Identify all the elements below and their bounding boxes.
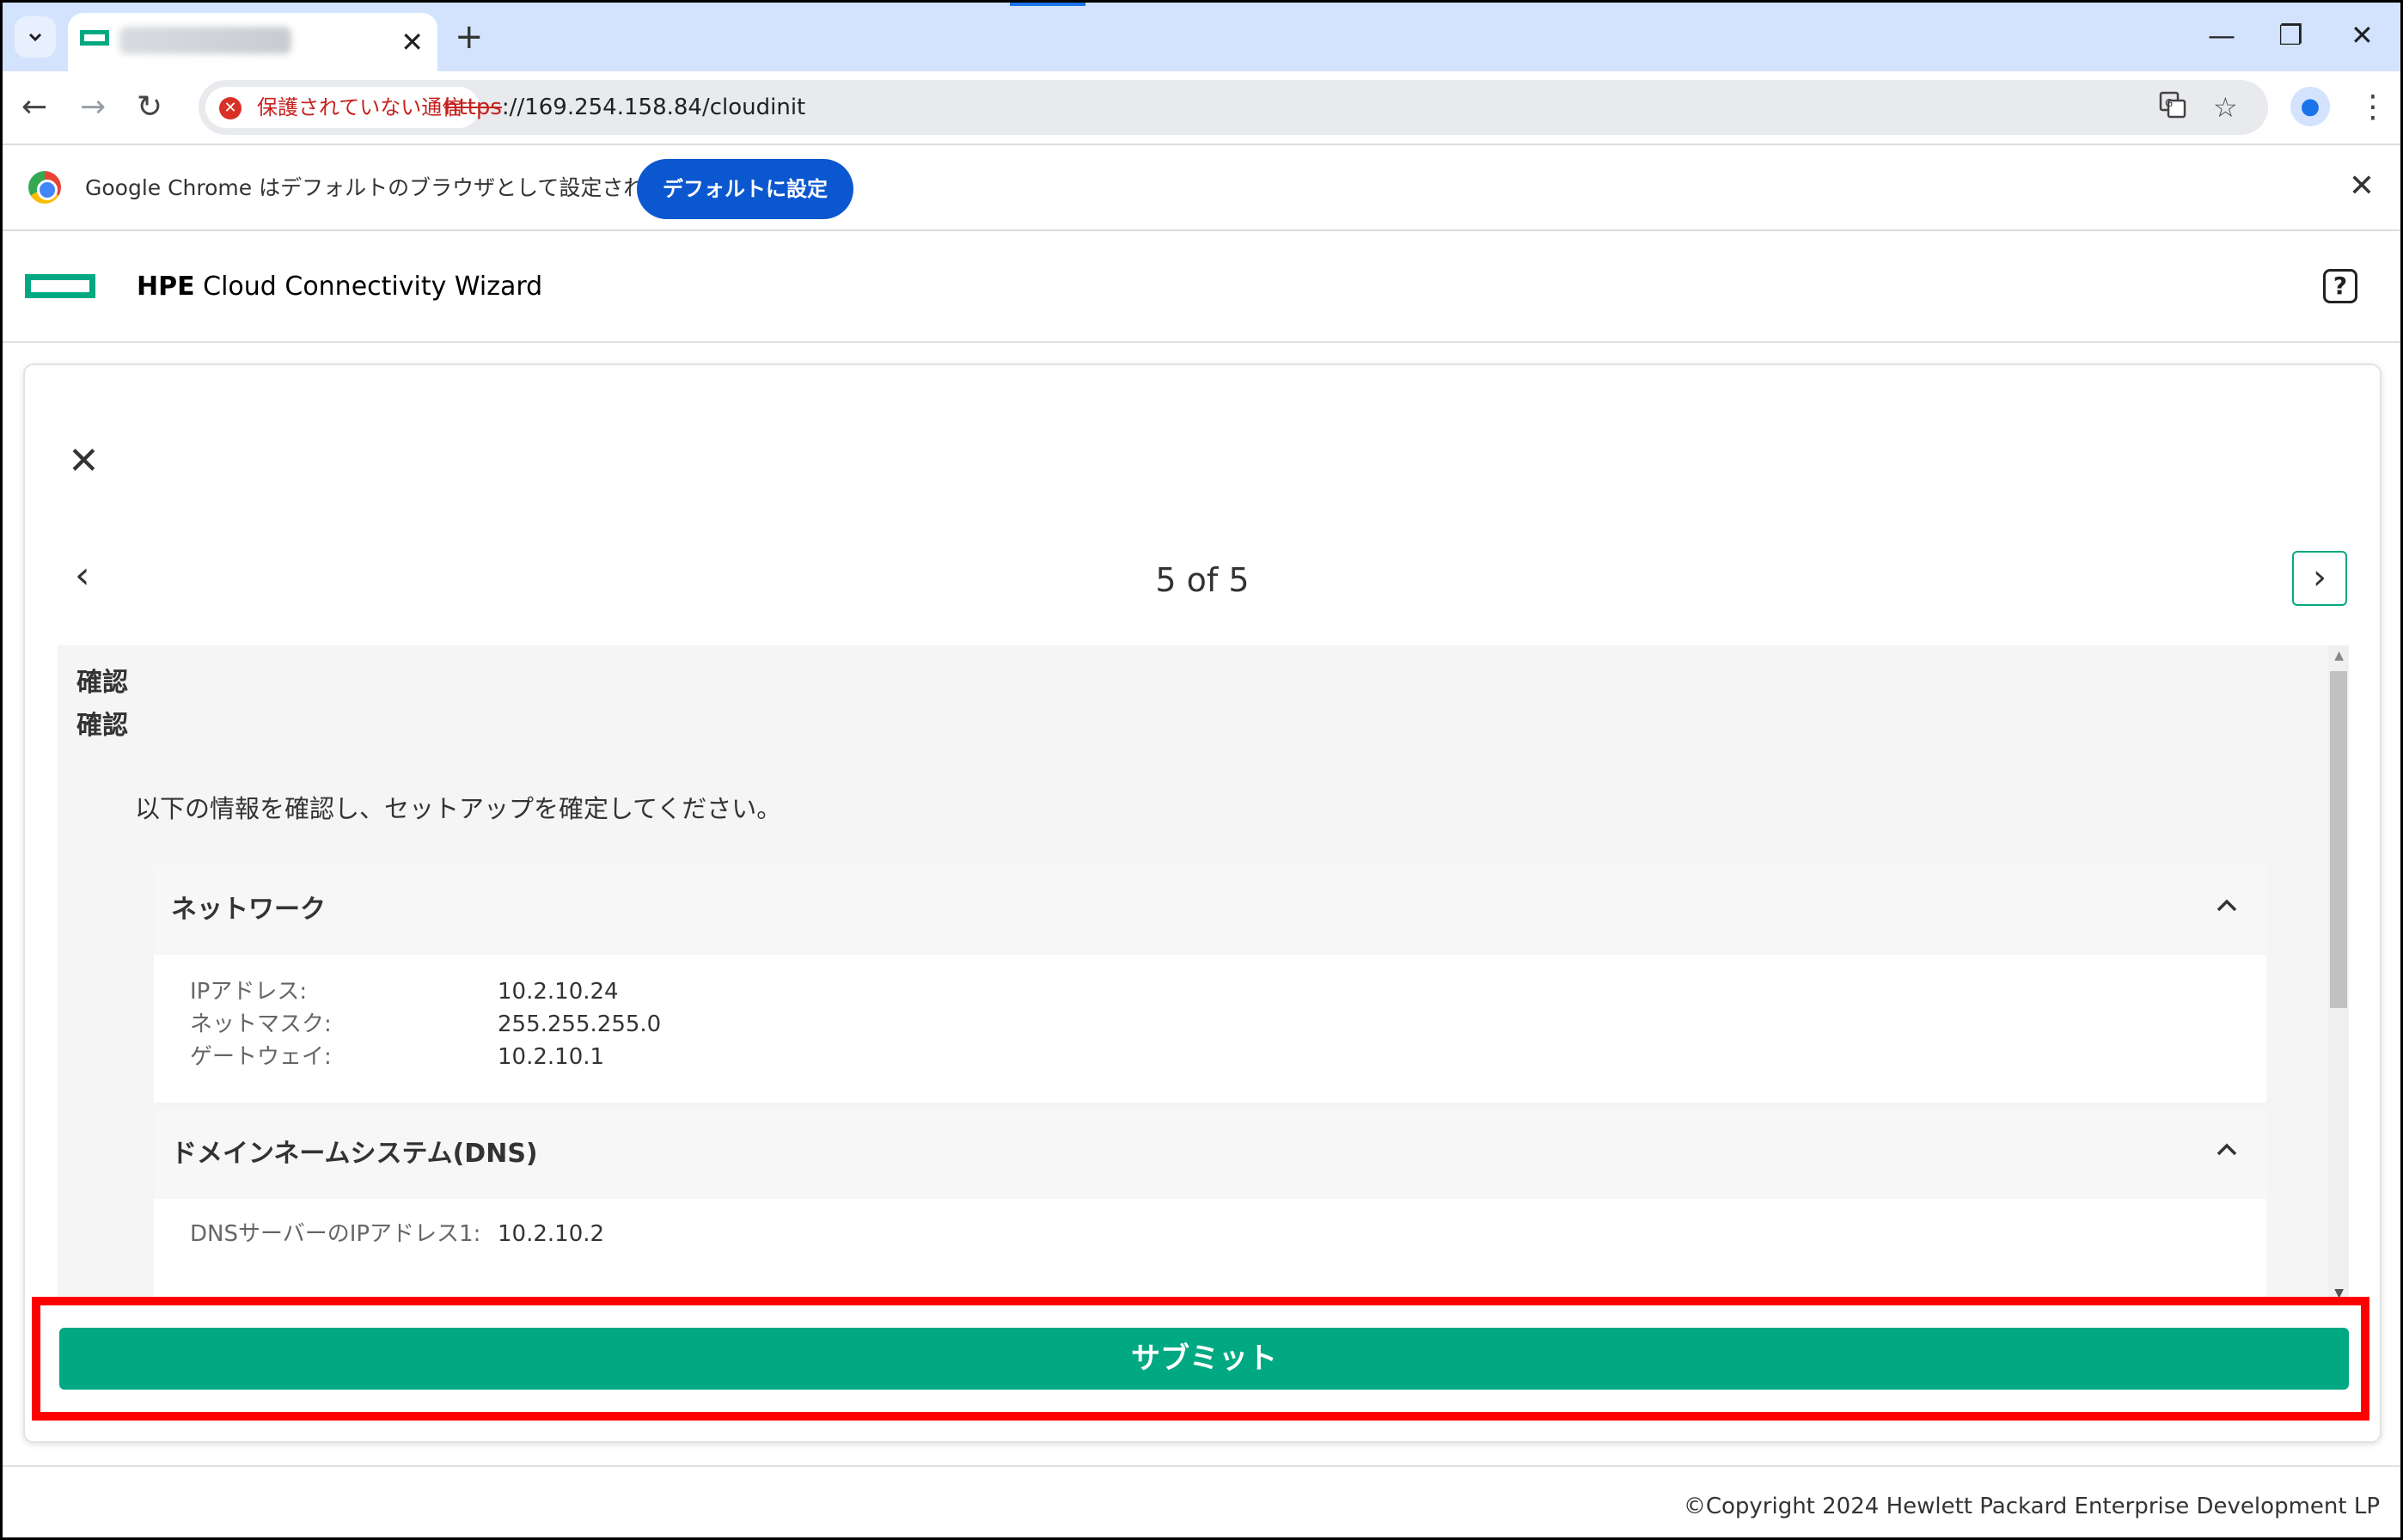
network-section-header[interactable]: ネットワーク [154,865,2266,955]
chrome-logo-icon [28,171,61,204]
forward-arrow-icon[interactable]: → [80,89,106,126]
hpe-favicon-icon [80,30,109,46]
app-header: HPE Cloud Connectivity Wizard ? [3,231,2400,343]
help-icon[interactable]: ? [2323,269,2357,303]
network-section: ネットワーク IPアドレス: 10.2.10.24 ネットマスク: 255.25… [154,865,2266,1103]
netmask-value: 255.255.255.0 [498,1011,662,1037]
tab-close-icon[interactable]: ✕ [400,25,424,59]
hpe-logo-icon [25,274,95,298]
review-intro: 以下の情報を確認し、セットアップを確定してください。 [135,794,782,823]
url-scheme: https [444,95,502,120]
window-close-button[interactable]: ✕ [2351,18,2374,52]
wizard-close-icon[interactable]: ✕ [68,441,100,482]
set-default-button[interactable]: デフォルトに設定 [637,159,853,219]
gateway-value: 10.2.10.1 [498,1044,605,1070]
page-footer: ©Copyright 2024 Hewlett Packard Enterpri… [3,1465,2400,1537]
loading-indicator [1010,3,1085,6]
netmask-label: ネットマスク: [190,1011,332,1037]
scrollbar[interactable]: ▲ ▼ [2328,645,2349,1300]
browser-window: ✕ + — ❐ ✕ ← → ↻ ✕ 保護されていない通信 https://169… [0,0,2403,1540]
tab-title-blurred [119,27,291,54]
not-secure-icon: ✕ [219,97,242,119]
copyright-text: ©Copyright 2024 Hewlett Packard Enterpri… [1683,1494,2380,1519]
address-bar[interactable]: ✕ 保護されていない通信 https://169.254.158.84/clou… [199,80,2268,135]
back-arrow-icon[interactable]: ← [21,89,47,126]
default-browser-infobar: Google Chrome はデフォルトのブラウザとして設定されていません デフ… [3,144,2400,231]
active-tab[interactable]: ✕ [68,13,437,71]
dns-server-label: DNSサーバーのIPアドレス1: [190,1221,481,1247]
app-title-text: Cloud Connectivity Wizard [203,272,543,302]
scrollbar-thumb[interactable] [2330,671,2347,1008]
tab-strip: ✕ + — ❐ ✕ [3,3,2400,71]
new-tab-button[interactable]: + [455,18,484,56]
scroll-down-arrow-icon[interactable]: ▼ [2334,1286,2344,1300]
dns-section-title: ドメインネームシステム(DNS) [171,1139,538,1169]
ip-address-value: 10.2.10.24 [498,979,619,1005]
tab-search-button[interactable] [15,16,56,58]
dns-server-value: 10.2.10.2 [498,1221,605,1247]
step-indicator: 5 of 5 [1155,561,1250,599]
svg-text:G: G [2165,97,2173,109]
scroll-up-arrow-icon[interactable]: ▲ [2334,649,2344,663]
dns-section: ドメインネームシステム(DNS) DNSサーバーのIPアドレス1: 10.2.1… [154,1109,2266,1300]
dns-section-header[interactable]: ドメインネームシステム(DNS) [154,1109,2266,1199]
review-scroll-area[interactable]: 確認 確認 以下の情報を確認し、セットアップを確定してください。 ネットワーク … [58,645,2349,1300]
url-text[interactable]: https://169.254.158.84/cloudinit [444,80,805,135]
wizard-card: ✕ ‹ 5 of 5 › 確認 確認 以下の情報を確認し、セットアップを確定して… [23,364,2382,1443]
url-path: ://169.254.158.84/cloudinit [501,95,806,120]
ip-address-label: IPアドレス: [190,979,308,1005]
bookmark-star-icon[interactable]: ☆ [2213,90,2238,125]
security-chip[interactable]: ✕ 保護されていない通信 [205,87,480,128]
restore-button[interactable]: ❐ [2278,18,2303,52]
profile-avatar-icon[interactable]: ● [2290,87,2330,126]
gateway-label: ゲートウェイ: [190,1044,332,1070]
reload-icon[interactable]: ↻ [137,89,162,126]
more-menu-icon[interactable]: ⋮ [2357,89,2388,126]
minimize-button[interactable]: — [2208,18,2235,52]
app-title: HPE Cloud Connectivity Wizard [137,231,542,343]
chevron-up-icon[interactable] [2215,891,2239,929]
chevron-down-icon [28,33,42,42]
network-section-title: ネットワーク [171,895,326,925]
review-subheading: 確認 [76,711,128,741]
app-brand: HPE [137,272,195,302]
submit-button[interactable]: サブミット [59,1328,2349,1390]
security-chip-label: 保護されていない通信 [257,95,463,119]
chevron-up-icon[interactable] [2215,1135,2239,1173]
next-step-button[interactable]: › [2292,551,2347,606]
translate-icon[interactable]: G [2158,90,2187,127]
browser-toolbar: ← → ↻ ✕ 保護されていない通信 https://169.254.158.8… [3,71,2400,144]
review-heading: 確認 [76,668,128,698]
infobar-close-icon[interactable]: ✕ [2349,168,2375,205]
